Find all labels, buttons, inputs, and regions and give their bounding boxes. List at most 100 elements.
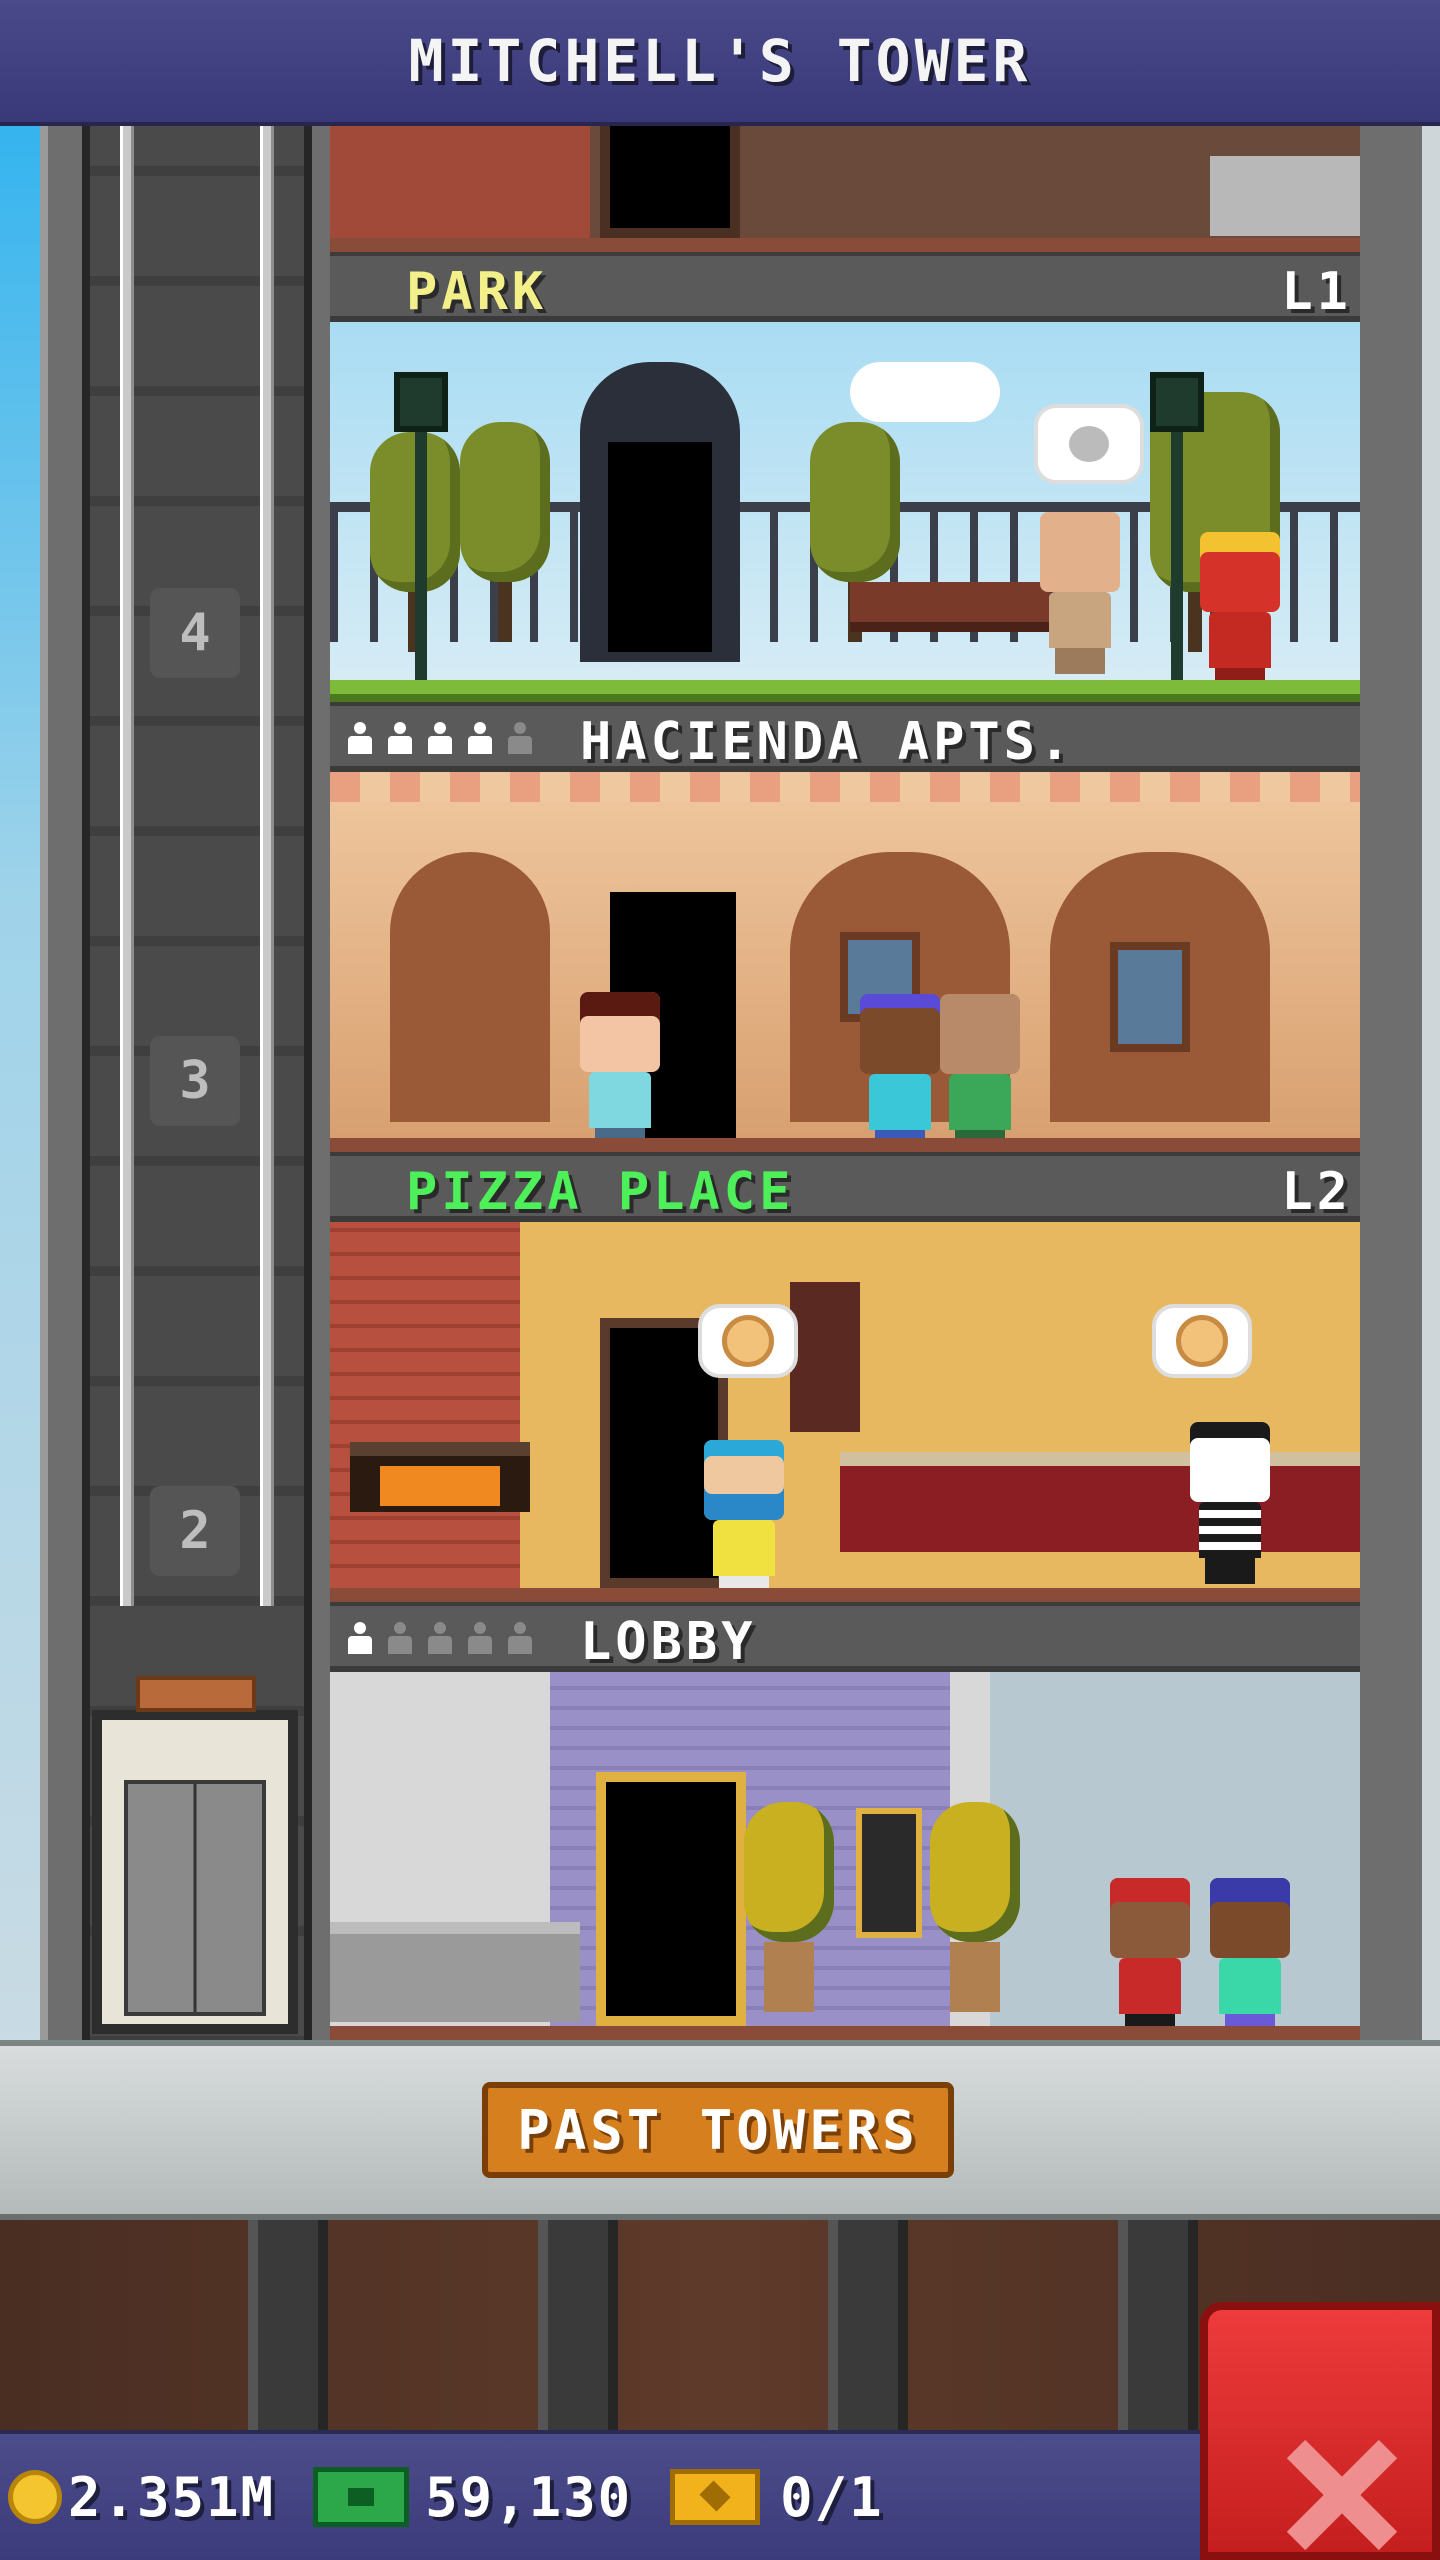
residency-stars (346, 1622, 534, 1656)
floor-level: L1 (1281, 262, 1352, 322)
brick-wall (330, 126, 590, 238)
floor-park[interactable]: PARK L1 (330, 252, 1360, 702)
basement-pillar (538, 2220, 618, 2430)
potted-plant (744, 1802, 834, 2012)
elevator-floor-2: 2 (150, 1486, 240, 1576)
tickets-stat[interactable]: 0/1 (670, 2466, 884, 2529)
resident-empty-icon (506, 722, 534, 756)
elevator-doors (124, 1780, 266, 2016)
floor-header: HACIENDA APTS. (330, 702, 1360, 772)
pizza-thought-bubble[interactable] (1152, 1304, 1252, 1378)
floor-base (330, 1138, 1360, 1152)
brick-wall (330, 1222, 520, 1588)
tree (460, 422, 550, 642)
floor-base (330, 2026, 1360, 2040)
floor-pizza-place[interactable]: PIZZA PLACE L2 (330, 1152, 1360, 1602)
park-room (330, 322, 1360, 694)
elevator-rail-right (260, 126, 274, 1606)
floor-door (600, 126, 740, 238)
floor-hacienda-apts[interactable]: HACIENDA APTS. (330, 702, 1360, 1156)
window (1110, 942, 1190, 1052)
pizza-icon (722, 1315, 774, 1367)
elevator-directory (856, 1808, 922, 1938)
pizza-icon (1176, 1315, 1228, 1367)
resident-filled-icon (466, 722, 494, 756)
past-towers-button[interactable]: PAST TOWERS (482, 2082, 954, 2178)
floor-level: L2 (1281, 1162, 1352, 1222)
bitizen[interactable] (580, 992, 660, 1154)
coin-icon (8, 2470, 62, 2524)
bitizen-mime[interactable] (1190, 1422, 1270, 1584)
currency-bar: 2.351M 59,130 0/1 (0, 2430, 1200, 2560)
reception-desk (330, 1922, 580, 2022)
resident-filled-icon (426, 722, 454, 756)
pizza-thought-bubble[interactable] (698, 1304, 798, 1378)
close-button[interactable] (1200, 2302, 1440, 2560)
floor-header: PARK L1 (330, 252, 1360, 322)
floor-header: LOBBY (330, 1602, 1360, 1672)
coins-value: 2.351M (68, 2465, 276, 2529)
bux-icon (313, 2467, 410, 2527)
resident-filled-icon (346, 722, 374, 756)
wall-trim (330, 772, 1360, 802)
floor-name: HACIENDA APTS. (580, 712, 1075, 772)
basement-pillar (828, 2220, 908, 2430)
bux-stat[interactable]: 59,130 (313, 2466, 632, 2529)
pigeon-icon (1069, 426, 1109, 462)
elevator-rail-left (120, 126, 134, 1606)
pizza-room (330, 1222, 1360, 1602)
park-bench (850, 582, 1050, 632)
floor-door (598, 432, 722, 662)
floor-base (330, 238, 1360, 252)
tickets-value: 0/1 (780, 2465, 884, 2529)
pizza-counter (840, 1452, 1360, 1552)
counter (1210, 156, 1360, 236)
lobby-room (330, 1672, 1360, 2040)
residency-stars (346, 722, 534, 756)
floor-partial-top[interactable] (330, 126, 1360, 252)
potted-plant (930, 1802, 1020, 2012)
elevator-car[interactable] (92, 1676, 298, 2034)
resident-empty-icon (466, 1622, 494, 1656)
floor-base (330, 1588, 1360, 1602)
thought-bubble[interactable] (1034, 404, 1144, 484)
floor-name: PIZZA PLACE (406, 1162, 795, 1222)
arch (390, 852, 550, 1122)
coins-stat[interactable]: 2.351M (8, 2466, 275, 2529)
apartment-room (330, 772, 1360, 1156)
floor-header: PIZZA PLACE L2 (330, 1152, 1360, 1222)
elevator-counterweight (136, 1676, 256, 1712)
street-lamp (1150, 372, 1204, 692)
pizza-oven (350, 1442, 530, 1512)
floor-name: PARK (406, 262, 548, 322)
basement-pillar (1118, 2220, 1198, 2430)
bux-value: 59,130 (425, 2465, 633, 2529)
bitizen[interactable] (940, 994, 1020, 1156)
golden-ticket-icon (670, 2469, 761, 2525)
floor-door (596, 1772, 746, 2026)
resident-empty-icon (426, 1622, 454, 1656)
floor-lobby[interactable]: LOBBY (330, 1602, 1360, 2040)
close-icon (1284, 2440, 1394, 2550)
bitizen-bellhop[interactable] (1110, 1878, 1190, 2040)
bitizen[interactable] (704, 1440, 784, 1602)
basement-pillar (248, 2220, 328, 2430)
side-wall (1420, 126, 1440, 2046)
resident-empty-icon (506, 1622, 534, 1656)
street-lamp (394, 372, 448, 692)
floor-name: LOBBY (580, 1612, 757, 1672)
bitizen[interactable] (860, 994, 940, 1156)
grass (330, 680, 1360, 702)
elevator-floor-4: 4 (150, 588, 240, 678)
cloud (850, 362, 1000, 422)
bitizen-iron-suit[interactable] (1200, 532, 1280, 694)
sky-background (0, 126, 40, 2046)
bitizen[interactable] (1210, 1878, 1290, 2040)
resident-filled-icon (346, 1622, 374, 1656)
tower-title: MITCHELL'S TOWER (408, 27, 1032, 95)
bitizen[interactable] (1040, 512, 1120, 674)
elevator-floor-3: 3 (150, 1036, 240, 1126)
resident-empty-icon (386, 1622, 414, 1656)
resident-filled-icon (386, 722, 414, 756)
menu-board (790, 1282, 860, 1432)
